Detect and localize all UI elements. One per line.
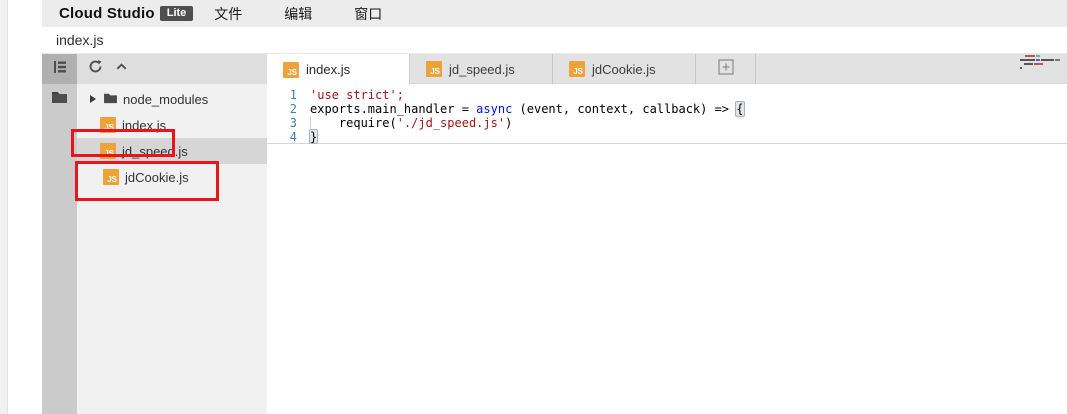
new-tab-button[interactable]	[696, 54, 756, 84]
tab-index-js[interactable]: JS index.js	[267, 54, 410, 85]
main-area: node_modules JS index.js JS jd_speed.js …	[42, 54, 1067, 414]
line-number: 1	[267, 88, 310, 102]
code-text: './jd_speed.js'	[397, 116, 505, 130]
minimap-line	[1020, 55, 1064, 57]
code-text: )	[505, 116, 512, 130]
js-file-icon: JS	[426, 61, 442, 77]
bracket-match-highlight: }	[309, 129, 318, 144]
editor-pane: JS index.js JS jd_speed.js JS jdCookie.j…	[267, 54, 1067, 414]
line-number: 4	[267, 130, 310, 143]
menu-item-window[interactable]: 窗口	[354, 4, 382, 24]
code-text: require(	[310, 116, 397, 130]
open-file-title: index.js	[56, 32, 103, 48]
code-editor[interactable]: 1 'use strict'; 2 exports.main_handler =…	[267, 84, 1067, 144]
collapse-all-icon[interactable]	[115, 60, 128, 78]
explorer-toolbar	[77, 54, 267, 84]
code-text: async	[476, 102, 512, 116]
menu-bar: Cloud Studio Lite 文件 编辑 窗口	[42, 0, 1067, 27]
editor-tab-bar: JS index.js JS jd_speed.js JS jdCookie.j…	[267, 54, 1067, 84]
tab-label: jd_speed.js	[449, 62, 515, 77]
line-number: 2	[267, 102, 310, 116]
folder-icon	[103, 92, 118, 107]
code-text: exports.main_handler =	[310, 102, 476, 116]
file-explorer-panel: node_modules JS index.js JS jd_speed.js …	[77, 54, 267, 414]
lite-badge: Lite	[160, 6, 194, 21]
cloud-studio-window: Cloud Studio Lite 文件 编辑 窗口 index.js	[0, 0, 1067, 414]
menu-item-file[interactable]: 文件	[214, 4, 242, 24]
page-margin-strip	[0, 0, 8, 414]
activity-bar	[42, 54, 77, 414]
tab-jd-speed-js[interactable]: JS jd_speed.js	[410, 54, 553, 84]
code-text: (event, context, callback) =>	[512, 102, 736, 116]
indent-guide	[310, 116, 311, 130]
minimap-line	[1020, 63, 1064, 65]
minimap[interactable]	[1020, 55, 1064, 71]
folder-icon	[51, 90, 68, 109]
bracket-match-highlight: {	[735, 101, 744, 117]
tab-label: jdCookie.js	[592, 62, 656, 77]
minimap-line	[1020, 59, 1064, 61]
annotation-box-jd-speed	[71, 129, 175, 157]
code-line-1[interactable]: 1 'use strict';	[267, 88, 1067, 102]
menu-item-edit[interactable]: 编辑	[284, 4, 312, 24]
tree-item-node-modules[interactable]: node_modules	[77, 86, 267, 112]
breadcrumb: index.js	[42, 27, 1067, 54]
tree-outline-icon	[52, 59, 68, 80]
folder-view-button[interactable]	[42, 84, 77, 114]
code-line-3[interactable]: 3 require( './jd_speed.js' )	[267, 116, 1067, 130]
expand-arrow-icon[interactable]	[90, 95, 96, 103]
tab-jdcookie-js[interactable]: JS jdCookie.js	[553, 54, 696, 84]
js-file-icon: JS	[569, 61, 585, 77]
plus-icon	[718, 59, 734, 80]
explorer-view-button[interactable]	[42, 54, 77, 84]
code-line-4[interactable]: 4 }	[267, 130, 1067, 144]
line-number: 3	[267, 116, 310, 130]
app-logo: Cloud Studio	[59, 5, 155, 22]
app-shell: Cloud Studio Lite 文件 编辑 窗口 index.js	[42, 0, 1067, 414]
tab-label: index.js	[306, 62, 350, 77]
annotation-box-jdcookie	[75, 161, 219, 201]
tree-item-label: node_modules	[123, 92, 208, 107]
js-file-icon: JS	[283, 62, 299, 78]
code-text: 'use strict';	[310, 88, 404, 102]
minimap-line	[1020, 67, 1064, 69]
refresh-icon[interactable]	[88, 59, 103, 79]
code-line-2[interactable]: 2 exports.main_handler = async (event, c…	[267, 102, 1067, 116]
